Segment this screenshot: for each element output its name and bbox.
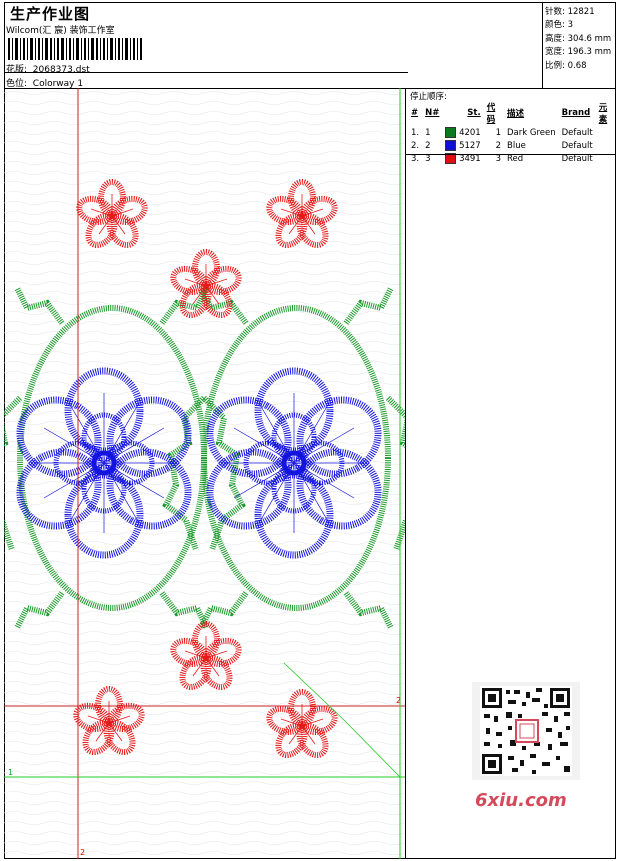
height-stat: 高度: 304.6 mm xyxy=(545,34,612,44)
stitches-stat: 针数: 12821 xyxy=(545,7,595,17)
watermark-logo: 6xiu.com xyxy=(475,790,567,811)
stats-panel: 针数: 12821 颜色: 3 高度: 304.6 mm 宽度: 196.3 m… xyxy=(542,2,616,88)
embroidery-design xyxy=(4,88,405,859)
design-file-field: 花版: 2068373.dst xyxy=(6,65,90,75)
table-row: 1. 1 4201 1 Dark Green Default xyxy=(411,127,593,138)
header-panel: 生产作业图 Wilcom(汇 宸) 装饰工作室 花版: 2068373.dst … xyxy=(4,2,616,89)
guide-label-2-right: 2 xyxy=(396,696,402,705)
guide-label-1: 1 xyxy=(8,768,14,777)
design-file-value: 2068373.dst xyxy=(32,65,90,75)
guide-label-2-bottom: 2 xyxy=(80,848,86,857)
qr-code-icon xyxy=(472,682,580,780)
color-swatch-icon xyxy=(445,127,457,138)
barcode-icon xyxy=(8,38,142,60)
page-title: 生产作业图 xyxy=(10,5,91,23)
color-swatch-icon xyxy=(445,140,457,151)
studio-name: Wilcom(汇 宸) 装饰工作室 xyxy=(6,26,115,36)
embroidery-canvas: 1 2 2 xyxy=(4,88,406,859)
scale-stat: 比例: 0.68 xyxy=(545,61,587,71)
table-row: 2. 2 5127 2 Blue Default xyxy=(411,140,593,151)
colors-stat: 颜色: 3 xyxy=(545,20,573,30)
panel-divider xyxy=(406,154,616,155)
stop-sequence-table: # N# St. 代码 描述 Brand 元素 1. 1 4201 1 Dark… xyxy=(408,100,616,165)
table-header-row: # N# St. 代码 描述 Brand 元素 xyxy=(411,103,608,125)
width-stat: 宽度: 196.3 mm xyxy=(545,47,612,57)
